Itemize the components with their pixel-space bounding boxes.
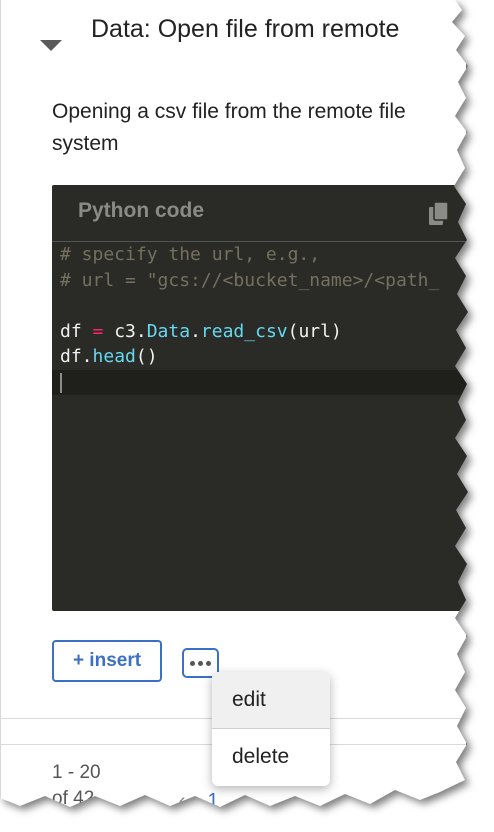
first-page-icon[interactable]: ⇤ [140,790,157,807]
code-language-label: Python code [78,199,205,222]
more-dots-icon [198,660,203,666]
code-line: df = c3.Data.read_csv(url) [60,320,342,342]
pagination-controls: ⇤ ‹ 1 [140,790,219,807]
copy-icon[interactable] [428,201,452,227]
collapse-caret-icon[interactable] [40,40,62,51]
more-dots-icon [206,660,211,666]
code-header: Python code [52,185,468,242]
menu-item-delete[interactable]: delete [212,729,330,785]
insert-button[interactable]: + insert [52,640,162,682]
page-surface: Data: Open file from remote Opening a cs… [0,0,468,809]
pagination-total: of 42 [52,788,95,809]
menu-item-edit[interactable]: edit [212,672,330,728]
text-cursor [60,372,62,393]
prev-page-icon[interactable]: ‹ [179,790,186,807]
code-card: Python code # specify the url, e.g., # u… [52,185,468,611]
code-cursor-line [52,369,468,395]
current-page-number[interactable]: 1 [207,790,218,807]
left-border [0,0,1,800]
page-frame: Data: Open file from remote Opening a cs… [0,0,494,832]
pagination-range: 1 - 20 [52,762,101,783]
code-line: # url = "gcs://<bucket_name>/<path_ [60,269,440,291]
section-title: Data: Open file from remote [91,15,400,43]
code-editor[interactable]: # specify the url, e.g., # url = "gcs://… [52,242,468,611]
more-dots-icon [190,660,195,666]
code-line: df.head() [60,346,158,367]
section-description: Opening a csv file from the remote file … [52,100,406,155]
context-menu: edit delete [212,672,330,786]
code-line: # specify the url, e.g., [60,244,321,265]
